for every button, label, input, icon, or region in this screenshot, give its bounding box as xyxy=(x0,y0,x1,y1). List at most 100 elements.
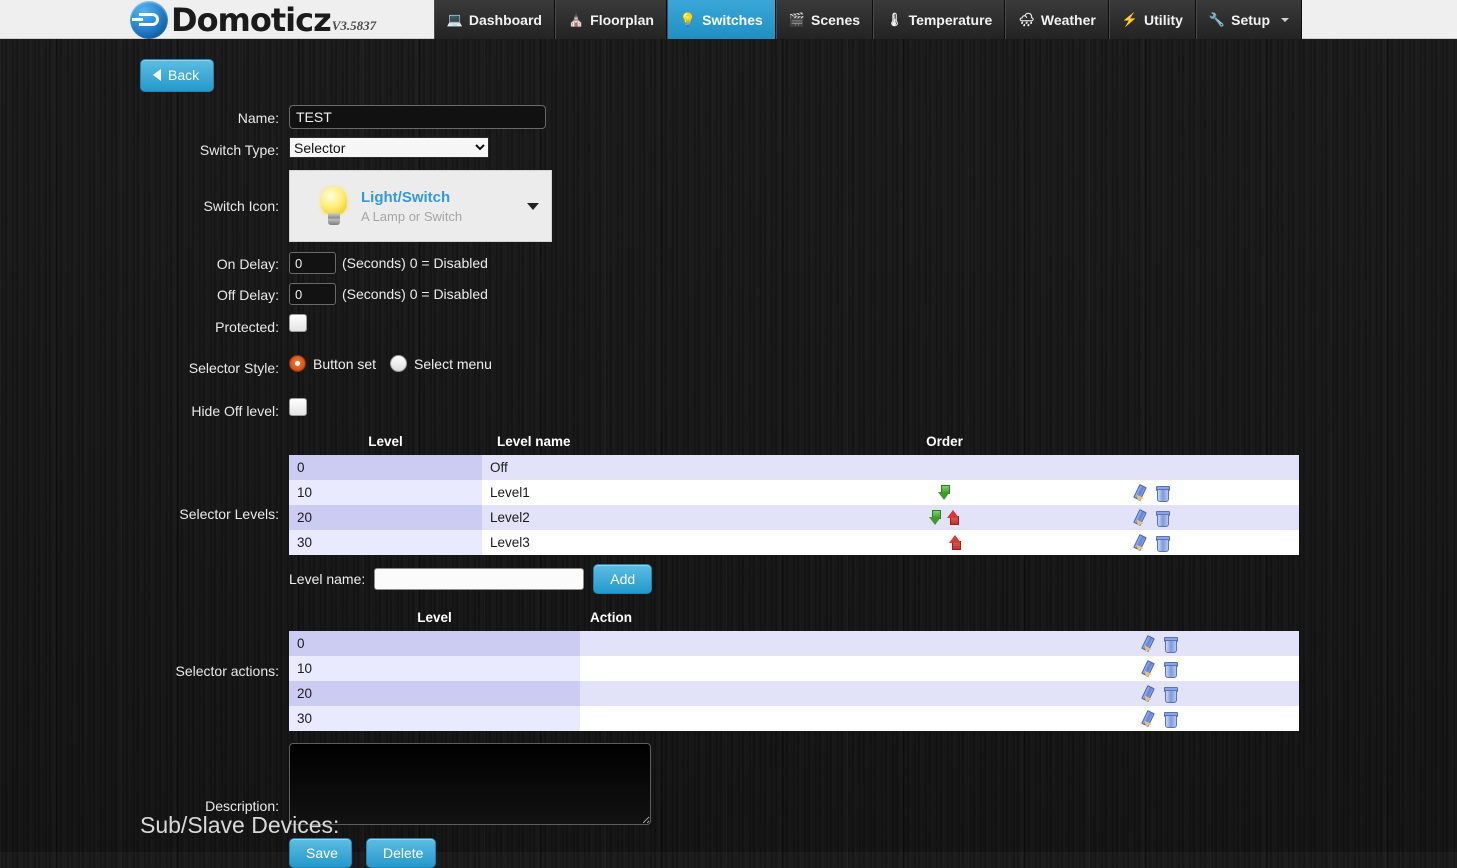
back-button[interactable]: Back xyxy=(140,59,215,92)
save-button[interactable]: Save xyxy=(289,838,352,868)
switch-icon-subtitle: A Lamp or Switch xyxy=(361,208,463,224)
cell-level: 10 xyxy=(297,485,313,500)
app-version: V3.5837 xyxy=(331,18,377,33)
nav-item-scenes[interactable]: 🎬 Scenes xyxy=(775,0,874,39)
nav-item-dashboard[interactable]: 💻 Dashboard xyxy=(433,0,555,39)
nav-label-utility: Utility xyxy=(1144,11,1183,28)
radio-select-menu-icon[interactable] xyxy=(390,355,408,372)
cell-level-name: Level2 xyxy=(482,505,812,530)
hide-off-level-label: Hide Off level: xyxy=(191,403,279,419)
cell-level-name: Off xyxy=(482,455,812,480)
move-down-icon[interactable] xyxy=(928,510,941,526)
move-up-icon[interactable] xyxy=(947,510,960,526)
nav-label-scenes: Scenes xyxy=(811,11,861,28)
cell-level-name: Level1 xyxy=(482,480,812,505)
back-button-label: Back xyxy=(168,67,200,83)
cell-action xyxy=(580,656,830,681)
name-input[interactable] xyxy=(289,105,546,129)
cell-level: 30 xyxy=(297,535,313,550)
domoticz-logo-icon xyxy=(130,0,168,39)
cell-level: 0 xyxy=(297,460,305,475)
cell-action xyxy=(580,681,830,706)
selector-style-button-set[interactable]: Button set xyxy=(289,355,376,372)
delete-icon[interactable] xyxy=(1163,686,1178,704)
selector-levels-table: Level Level name Order 0 Off 10 Level1 2… xyxy=(289,434,1299,555)
nav-label-switches: Switches xyxy=(702,11,763,28)
cell-order xyxy=(812,530,1077,555)
dashboard-icon: 💻 xyxy=(446,12,463,27)
table-row[interactable]: 30 xyxy=(289,706,1299,731)
edit-icon[interactable] xyxy=(1140,686,1154,701)
nav-item-temperature[interactable]: 🌡 Temperature xyxy=(873,0,1006,39)
table-row[interactable]: 10 xyxy=(289,656,1299,681)
table-row[interactable]: 0 Off xyxy=(289,455,1299,480)
edit-icon[interactable] xyxy=(1132,510,1146,525)
selector-style-label: Selector Style: xyxy=(188,360,279,376)
delete-icon[interactable] xyxy=(1163,636,1178,654)
off-delay-hint: (Seconds) 0 = Disabled xyxy=(342,286,488,302)
cell-level: 0 xyxy=(297,636,305,651)
on-delay-hint: (Seconds) 0 = Disabled xyxy=(342,255,488,271)
nav-item-weather[interactable]: 🌧 Weather xyxy=(1005,0,1109,39)
edit-icon[interactable] xyxy=(1132,535,1146,550)
table-row[interactable]: 30 Level3 xyxy=(289,530,1299,555)
description-textarea[interactable] xyxy=(289,743,651,825)
col-header-action: Action xyxy=(590,610,632,625)
switch-type-label: Switch Type: xyxy=(199,142,279,158)
table-header-row: Level Action xyxy=(289,610,1299,631)
switch-icon-picker[interactable]: Light/Switch A Lamp or Switch xyxy=(289,170,552,242)
lightning-icon: ⚡ xyxy=(1121,12,1139,27)
off-delay-input[interactable] xyxy=(289,283,336,305)
nav-label-dashboard: Dashboard xyxy=(468,11,542,28)
delete-icon[interactable] xyxy=(1155,510,1170,528)
nav-item-floorplan[interactable]: ⛪ Floorplan xyxy=(554,0,667,39)
move-down-icon[interactable] xyxy=(938,485,950,501)
cell-level: 30 xyxy=(297,711,313,726)
table-header-row: Level Level name Order xyxy=(289,434,1299,455)
edit-icon[interactable] xyxy=(1140,661,1154,676)
table-row[interactable]: 20 Level2 xyxy=(289,505,1299,530)
table-row[interactable]: 0 xyxy=(289,631,1299,656)
delete-icon[interactable] xyxy=(1155,485,1170,503)
nav-label-setup: Setup xyxy=(1231,11,1270,28)
protected-checkbox[interactable] xyxy=(289,314,307,332)
switch-type-select[interactable]: Selector xyxy=(289,137,489,158)
nav-item-setup[interactable]: 🔧 Setup xyxy=(1195,0,1302,39)
radio-label-button-set: Button set xyxy=(313,355,377,372)
sub-slave-devices-heading: Sub/Slave Devices: xyxy=(140,812,340,838)
cloud-rain-icon: 🌧 xyxy=(1018,12,1035,27)
device-edit-form: Name: Switch Type: Selector Switch Icon:… xyxy=(0,105,1457,868)
add-level-button[interactable]: Add xyxy=(593,564,653,594)
cell-level: 20 xyxy=(297,510,313,525)
cell-actions xyxy=(830,656,1299,681)
cell-actions xyxy=(1077,480,1299,505)
move-up-icon[interactable] xyxy=(949,535,961,551)
nav-item-switches[interactable]: 💡 Switches xyxy=(666,0,776,39)
app-logo[interactable]: Domoticz V3.5837 xyxy=(130,0,376,39)
radio-button-set-icon[interactable] xyxy=(289,355,306,372)
cell-level-name: Level3 xyxy=(482,530,812,555)
selector-style-select-menu[interactable]: Select menu xyxy=(390,355,492,372)
floorplan-icon: ⛪ xyxy=(567,12,585,27)
table-row[interactable]: 10 Level1 xyxy=(289,480,1299,505)
cell-actions xyxy=(1077,530,1299,555)
hide-off-level-checkbox[interactable] xyxy=(289,398,307,416)
chevron-down-icon xyxy=(527,203,539,210)
edit-icon[interactable] xyxy=(1140,711,1154,726)
delete-icon[interactable] xyxy=(1163,711,1178,729)
delete-icon[interactable] xyxy=(1155,535,1170,553)
nav-item-utility[interactable]: ⚡ Utility xyxy=(1108,0,1196,39)
delete-icon[interactable] xyxy=(1163,661,1178,679)
cell-actions xyxy=(1077,505,1299,530)
delete-button[interactable]: Delete xyxy=(366,838,436,868)
level-name-input[interactable] xyxy=(374,568,585,590)
edit-icon[interactable] xyxy=(1132,485,1146,500)
edit-icon[interactable] xyxy=(1140,636,1154,651)
protected-label: Protected: xyxy=(215,319,279,335)
on-delay-input[interactable] xyxy=(289,252,336,274)
col-header-order: Order xyxy=(926,434,963,449)
cell-action xyxy=(580,706,830,731)
table-row[interactable]: 20 xyxy=(289,681,1299,706)
on-delay-label: On Delay: xyxy=(216,256,279,272)
col-header-level-name: Level name xyxy=(497,434,571,449)
